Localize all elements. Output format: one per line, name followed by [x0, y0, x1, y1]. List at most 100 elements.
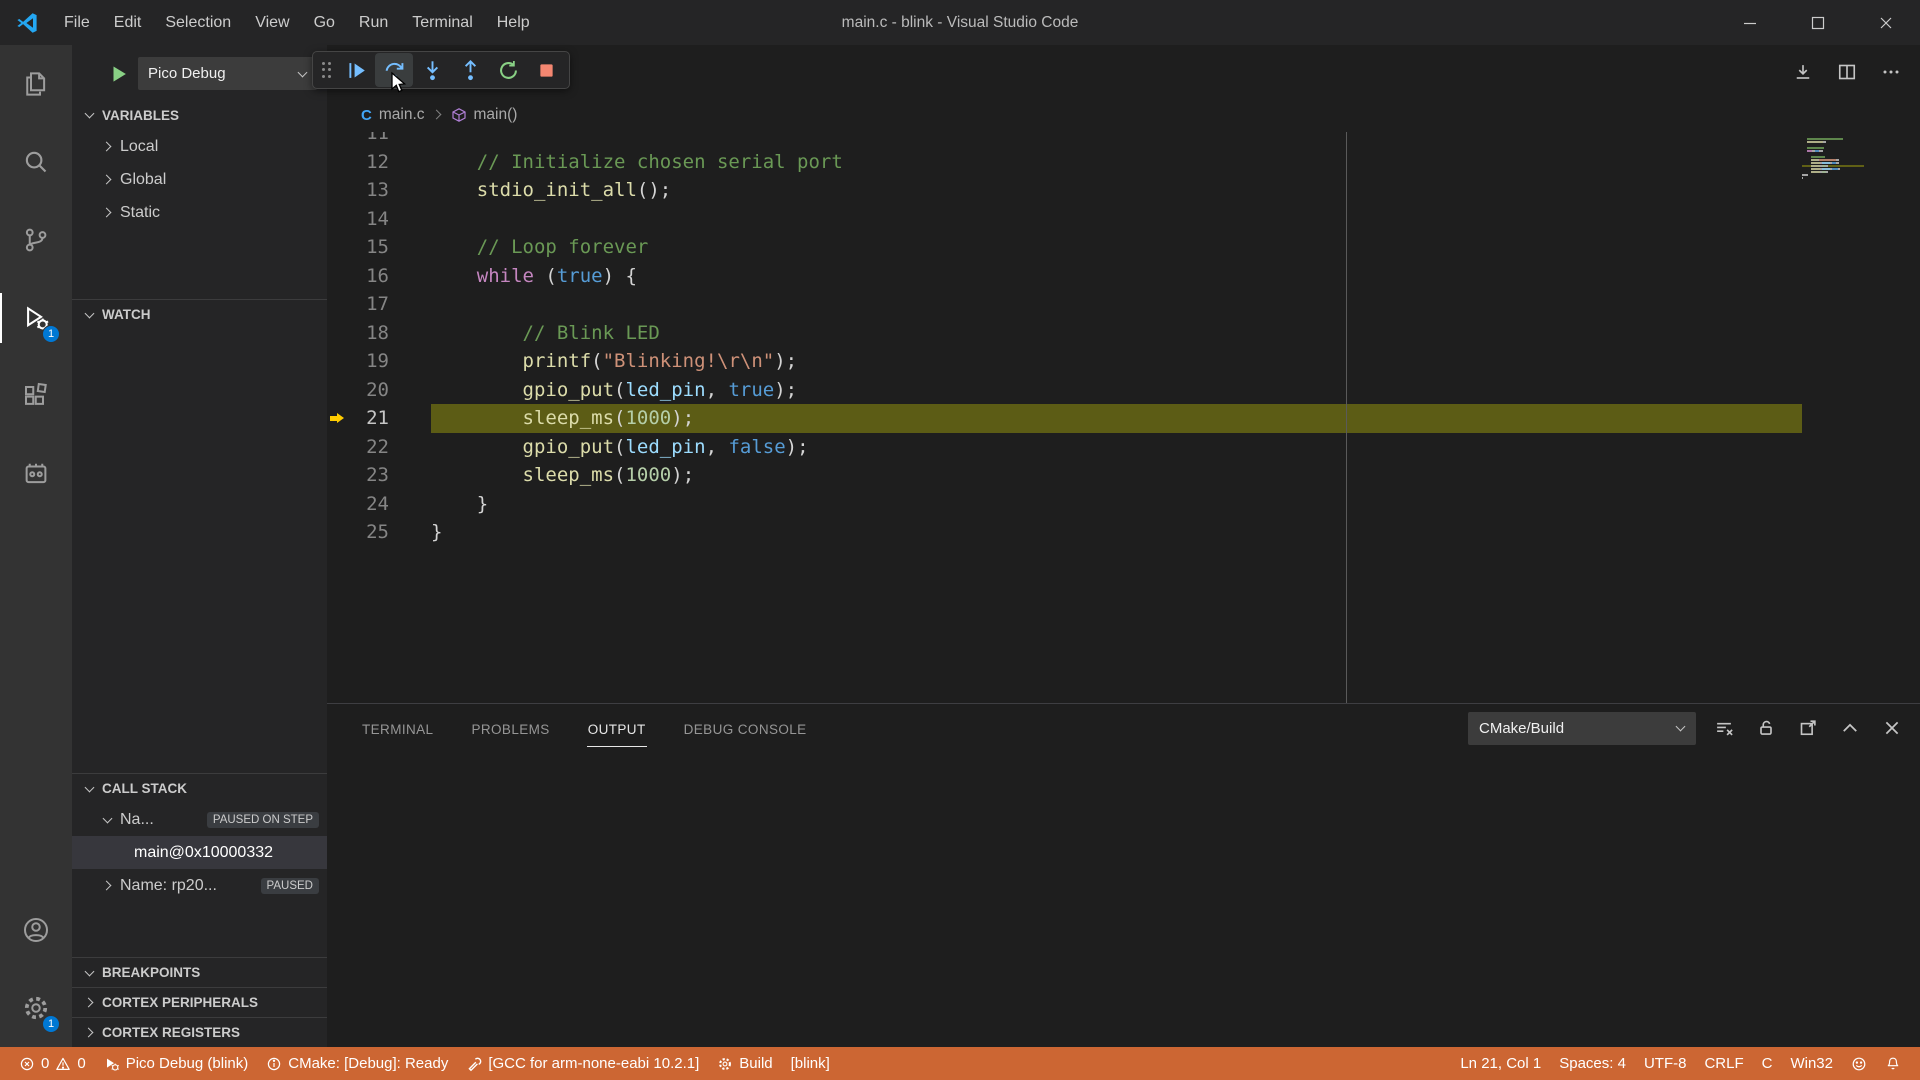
- tab-terminal[interactable]: TERMINAL: [361, 709, 434, 747]
- minimap[interactable]: [1802, 132, 1864, 703]
- cortex-peripherals-section-header[interactable]: CORTEX PERIPHERALS: [72, 987, 327, 1017]
- menu-file[interactable]: File: [52, 0, 102, 45]
- notifications-bell-icon[interactable]: [1876, 1047, 1910, 1080]
- eol-status[interactable]: CRLF: [1695, 1047, 1752, 1080]
- code-line[interactable]: 17: [327, 290, 1802, 319]
- line-number[interactable]: 14: [347, 205, 389, 234]
- output-content[interactable]: [327, 752, 1920, 1047]
- indentation-status[interactable]: Spaces: 4: [1550, 1047, 1635, 1080]
- more-actions-icon[interactable]: [1876, 57, 1906, 87]
- breakpoints-section-header[interactable]: BREAKPOINTS: [72, 957, 327, 987]
- line-number[interactable]: 24: [347, 490, 389, 519]
- minimize-button[interactable]: [1716, 0, 1784, 45]
- code-line[interactable]: 20 gpio_put(led_pin, true);: [327, 376, 1802, 405]
- restart-button[interactable]: [489, 53, 527, 87]
- variables-section-header[interactable]: VARIABLES: [72, 100, 327, 130]
- split-editor-icon[interactable]: [1832, 57, 1862, 87]
- code-line[interactable]: 24 }: [327, 490, 1802, 519]
- variables-scope-global[interactable]: Global: [72, 163, 327, 196]
- settings-gear-icon[interactable]: 1: [0, 969, 72, 1047]
- code-line[interactable]: 22 gpio_put(led_pin, false);: [327, 433, 1802, 462]
- cmake-status[interactable]: CMake: [Debug]: Ready: [257, 1047, 457, 1080]
- menu-selection[interactable]: Selection: [153, 0, 243, 45]
- code-line[interactable]: 11: [327, 132, 1802, 148]
- maximize-button[interactable]: [1784, 0, 1852, 45]
- cursor-position-status[interactable]: Ln 21, Col 1: [1451, 1047, 1550, 1080]
- close-panel-icon[interactable]: [1878, 714, 1906, 742]
- line-number[interactable]: 20: [347, 376, 389, 405]
- debug-toolbar[interactable]: [312, 51, 570, 89]
- stop-button[interactable]: [527, 53, 565, 87]
- step-out-button[interactable]: [451, 53, 489, 87]
- code-line[interactable]: 15 // Loop forever: [327, 233, 1802, 262]
- line-number[interactable]: 16: [347, 262, 389, 291]
- line-number[interactable]: 13: [347, 176, 389, 205]
- cmake-build-button[interactable]: Build: [708, 1047, 781, 1080]
- callstack-section-header[interactable]: CALL STACK: [72, 773, 327, 803]
- encoding-status[interactable]: UTF-8: [1635, 1047, 1696, 1080]
- code-line[interactable]: 12 // Initialize chosen serial port: [327, 148, 1802, 177]
- account-icon[interactable]: [0, 891, 72, 969]
- download-icon[interactable]: [1788, 57, 1818, 87]
- platform-status[interactable]: Win32: [1781, 1047, 1842, 1080]
- line-number[interactable]: 17: [347, 290, 389, 319]
- menu-help[interactable]: Help: [485, 0, 542, 45]
- menu-terminal[interactable]: Terminal: [400, 0, 484, 45]
- open-in-editor-icon[interactable]: [1794, 714, 1822, 742]
- menu-edit[interactable]: Edit: [102, 0, 154, 45]
- menu-run[interactable]: Run: [347, 0, 400, 45]
- cortex-registers-section-header[interactable]: CORTEX REGISTERS: [72, 1017, 327, 1047]
- close-button[interactable]: [1852, 0, 1920, 45]
- line-number[interactable]: 25: [347, 518, 389, 547]
- code-line[interactable]: 18 // Blink LED: [327, 319, 1802, 348]
- watch-section-header[interactable]: WATCH: [72, 299, 327, 329]
- feedback-smiley-icon[interactable]: [1842, 1047, 1876, 1080]
- menu-go[interactable]: Go: [302, 0, 347, 45]
- menu-view[interactable]: View: [243, 0, 301, 45]
- pico-board-icon[interactable]: [0, 435, 72, 513]
- breadcrumb-symbol[interactable]: main(): [474, 106, 518, 124]
- tab-output[interactable]: OUTPUT: [587, 709, 647, 747]
- line-number[interactable]: 12: [347, 148, 389, 177]
- line-number[interactable]: 22: [347, 433, 389, 462]
- code-editor[interactable]: 1112 // Initialize chosen serial port13 …: [327, 132, 1920, 703]
- line-number[interactable]: 23: [347, 461, 389, 490]
- line-number[interactable]: 18: [347, 319, 389, 348]
- output-channel-dropdown[interactable]: CMake/Build: [1468, 712, 1696, 745]
- search-icon[interactable]: [0, 123, 72, 201]
- code-line[interactable]: 14: [327, 205, 1802, 234]
- tab-debug-console[interactable]: DEBUG CONSOLE: [683, 709, 808, 747]
- step-into-button[interactable]: [413, 53, 451, 87]
- toolbar-drag-handle[interactable]: [317, 59, 337, 81]
- code-line[interactable]: 13 stdio_init_all();: [327, 176, 1802, 205]
- start-debugging-button[interactable]: [108, 63, 130, 85]
- code-line[interactable]: 21 sleep_ms(1000);: [327, 404, 1802, 433]
- source-control-icon[interactable]: [0, 201, 72, 279]
- maximize-panel-icon[interactable]: [1836, 714, 1864, 742]
- callstack-thread-row[interactable]: Na... PAUSED ON STEP: [72, 803, 327, 836]
- callstack-thread-row[interactable]: Name: rp20... PAUSED: [72, 869, 327, 902]
- continue-button[interactable]: [337, 53, 375, 87]
- clear-output-icon[interactable]: [1710, 714, 1738, 742]
- variables-scope-static[interactable]: Static: [72, 196, 327, 229]
- code-line[interactable]: 23 sleep_ms(1000);: [327, 461, 1802, 490]
- line-number[interactable]: 21: [347, 404, 389, 433]
- debug-session-status[interactable]: Pico Debug (blink): [95, 1047, 258, 1080]
- explorer-icon[interactable]: [0, 45, 72, 123]
- cmake-variant-status[interactable]: [blink]: [782, 1047, 839, 1080]
- lock-autoscroll-icon[interactable]: [1752, 714, 1780, 742]
- extensions-icon[interactable]: [0, 357, 72, 435]
- step-over-button[interactable]: [375, 53, 413, 87]
- callstack-frame-row-selected[interactable]: main@0x10000332: [72, 836, 327, 869]
- line-number[interactable]: 11: [347, 132, 389, 148]
- run-debug-icon[interactable]: 1: [0, 279, 72, 357]
- code-line[interactable]: 19 printf("Blinking!\r\n");: [327, 347, 1802, 376]
- cmake-kit-status[interactable]: [GCC for arm-none-eabi 10.2.1]: [457, 1047, 708, 1080]
- language-mode-status[interactable]: C: [1753, 1047, 1782, 1080]
- variables-scope-local[interactable]: Local: [72, 130, 327, 163]
- editor-scrollbar[interactable]: [1864, 132, 1920, 703]
- code-line[interactable]: 25}: [327, 518, 1802, 547]
- problems-status[interactable]: 0 0: [10, 1047, 95, 1080]
- debug-config-dropdown[interactable]: Pico Debug: [138, 57, 317, 90]
- code-line[interactable]: 16 while (true) {: [327, 262, 1802, 291]
